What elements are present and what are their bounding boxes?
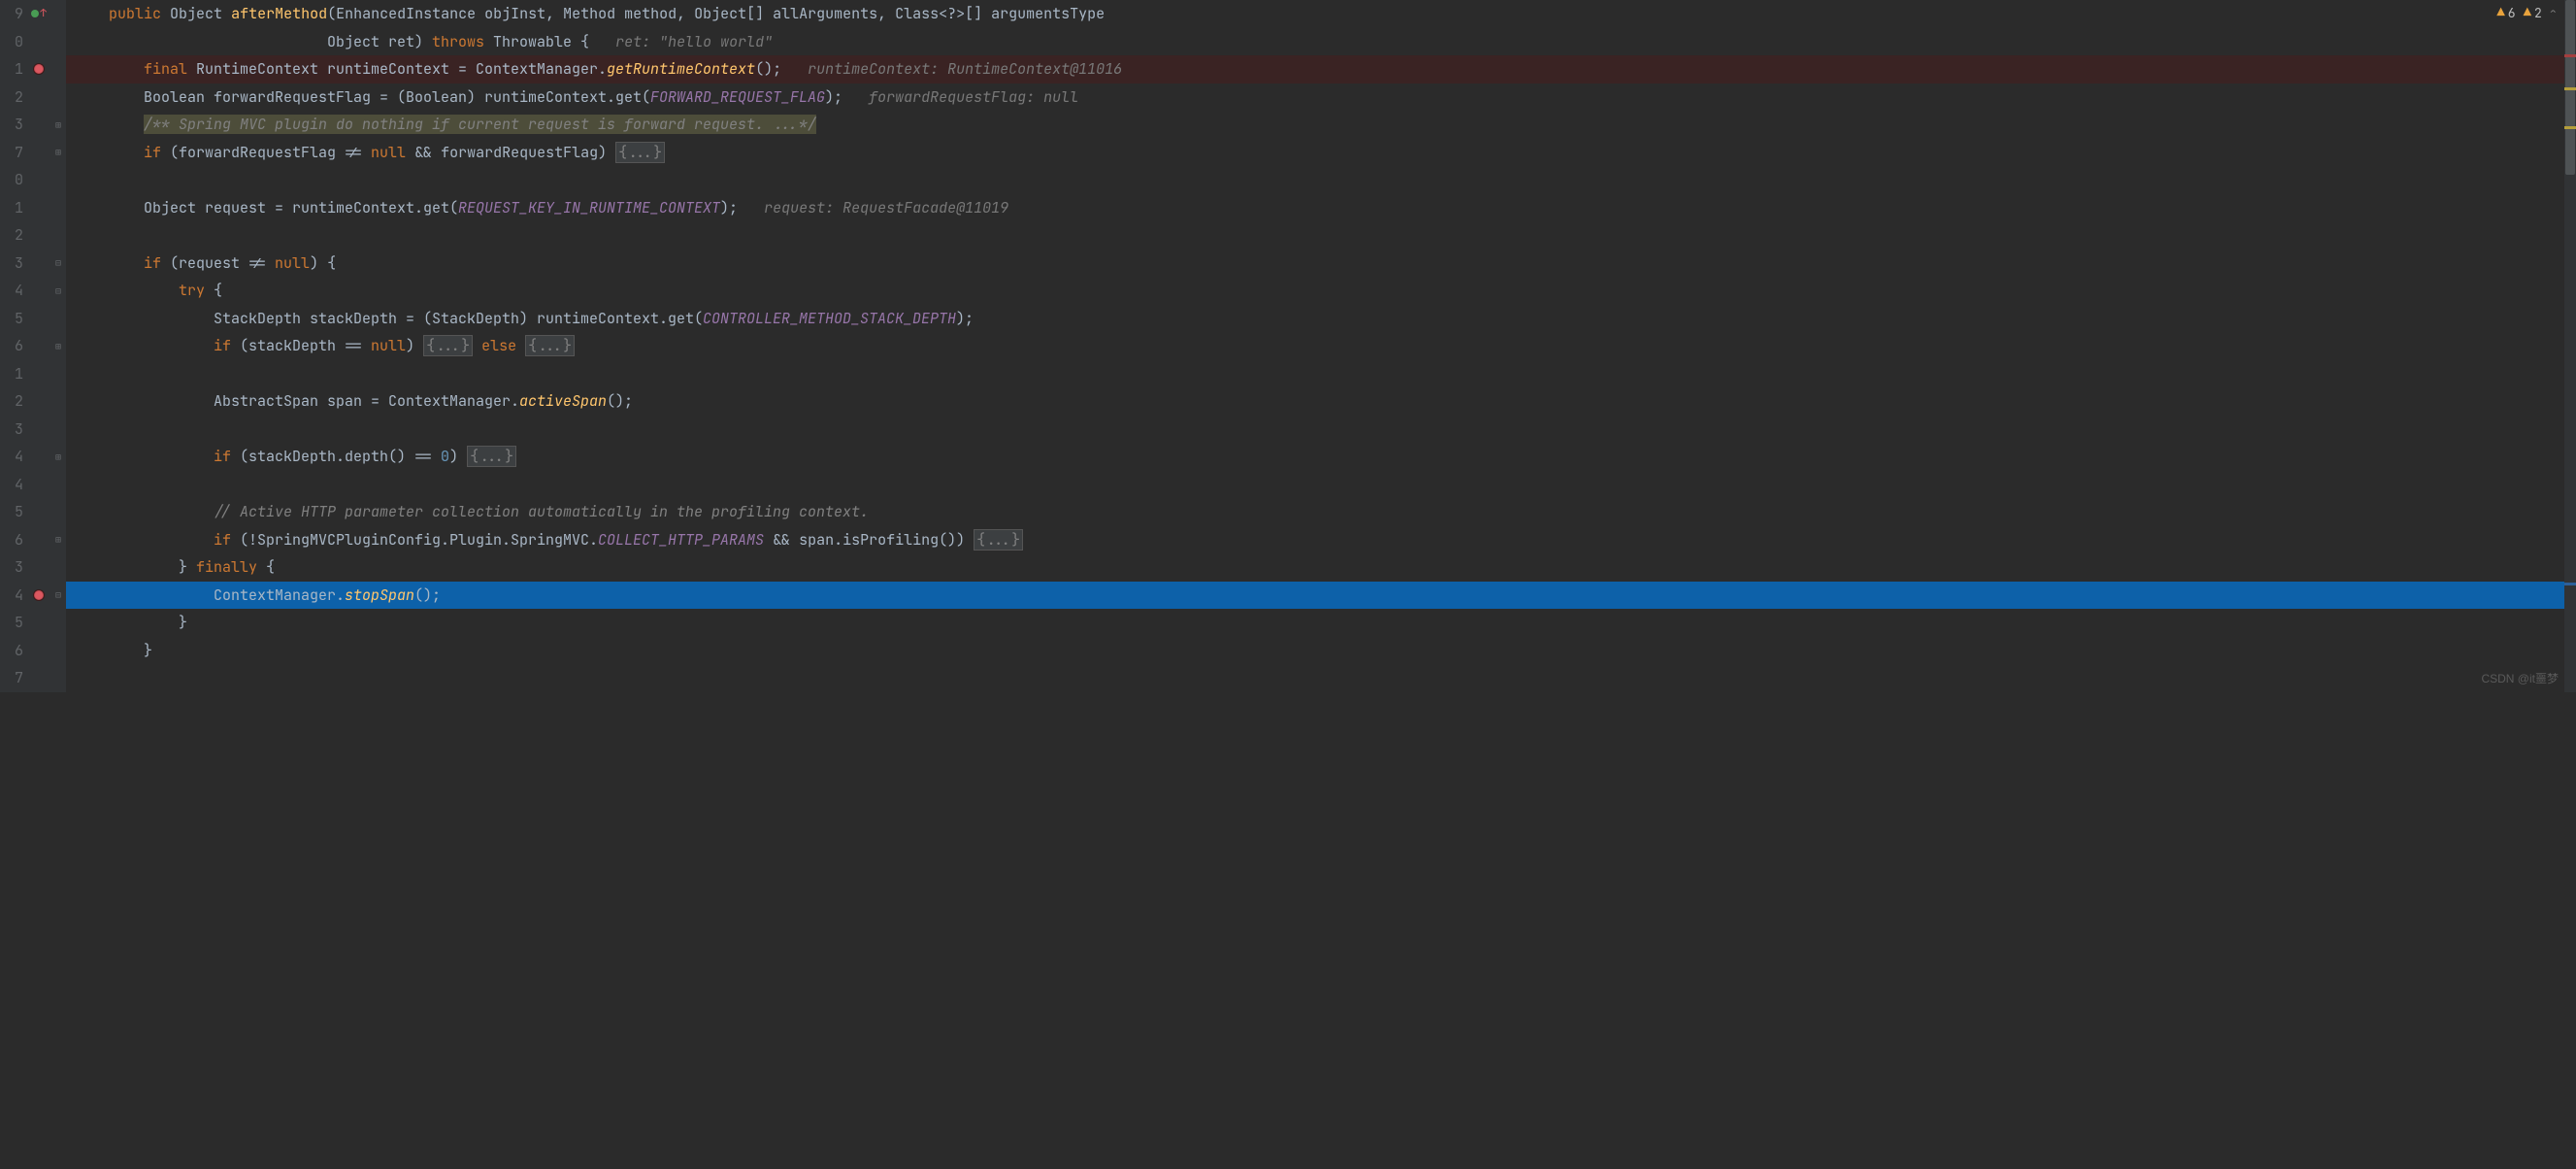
code-line[interactable]: if (stackDepth == null) {...} else {...} (66, 332, 2576, 360)
folded-block[interactable]: {...} (525, 335, 575, 356)
code-line[interactable] (66, 166, 2576, 194)
code-line[interactable]: Boolean forwardRequestFlag = (Boolean) r… (66, 84, 2576, 112)
weak-warning-icon: ▲ (2524, 4, 2531, 21)
warning-indicator[interactable]: ▲ 6 (2496, 4, 2515, 21)
code-line[interactable]: } finally { (66, 553, 2576, 582)
watermark: CSDN @it噩梦 (2481, 670, 2559, 686)
line-number: 7 (0, 664, 23, 692)
line-number: 3 (0, 416, 23, 444)
fold-toggle-icon[interactable]: ⊞ (50, 139, 66, 167)
fold-toggle-icon[interactable]: ⊟ (50, 250, 66, 278)
line-number: 1 (0, 194, 23, 222)
inline-value-hint: ret: "hello world" (615, 32, 773, 51)
code-line[interactable]: StackDepth stackDepth = (StackDepth) run… (66, 305, 2576, 333)
scrollbar-warning-marker[interactable] (2564, 87, 2576, 90)
inline-value-hint: forwardRequestFlag: null (869, 87, 1078, 107)
code-line[interactable] (66, 664, 2576, 692)
line-number: 3 (0, 250, 23, 278)
code-line[interactable] (66, 360, 2576, 388)
code-line[interactable]: if (!SpringMVCPluginConfig.Plugin.Spring… (66, 526, 2576, 554)
line-number: 1 (0, 360, 23, 388)
code-line[interactable]: Object ret) throws Throwable { ret: "hel… (66, 28, 2576, 56)
expand-icon[interactable]: ⌃ (2550, 5, 2557, 20)
line-number: 2 (0, 84, 23, 112)
scrollbar-current-marker[interactable] (2564, 583, 2576, 585)
fold-toggle-icon[interactable]: ⊞ (50, 111, 66, 139)
warning-count: 6 (2508, 5, 2516, 21)
line-number: 1 (0, 55, 23, 84)
fold-toggle-icon[interactable]: ⊞ (50, 332, 66, 360)
inline-value-hint: runtimeContext: RuntimeContext@11016 (808, 59, 1122, 79)
line-number: 6 (0, 332, 23, 360)
folded-block[interactable]: {...} (974, 529, 1023, 551)
code-line[interactable]: /** Spring MVC plugin do nothing if curr… (66, 111, 2576, 139)
line-number: 3 (0, 111, 23, 139)
line-number: 3 (0, 553, 23, 582)
gutter: 9 0 1 2 3 7 0 1 2 3 4 5 6 1 2 3 4 4 5 6 … (0, 0, 66, 692)
line-number: 0 (0, 28, 23, 56)
folded-block[interactable]: {...} (423, 335, 473, 356)
breakpoint-icon[interactable] (33, 589, 45, 601)
scrollbar-warning-marker[interactable] (2564, 126, 2576, 129)
folded-block[interactable]: {...} (615, 142, 665, 163)
code-line[interactable]: if (request != null) { (66, 250, 2576, 278)
line-number: 5 (0, 305, 23, 333)
code-line[interactable]: } (66, 609, 2576, 637)
code-line[interactable]: final RuntimeContext runtimeContext = Co… (66, 55, 2576, 84)
fold-column[interactable]: ⊞ ⊞ ⊟ ⊟ ⊞ ⊞ ⊞ ⊟ (50, 0, 66, 692)
code-line[interactable]: try { (66, 277, 2576, 305)
folded-doc-comment[interactable]: /** Spring MVC plugin do nothing if curr… (144, 115, 816, 134)
line-number: 4 (0, 471, 23, 499)
folded-block[interactable]: {...} (467, 446, 516, 467)
code-content[interactable]: public Object afterMethod(EnhancedInstan… (66, 0, 2576, 692)
line-number: 4 (0, 582, 23, 610)
line-number: 5 (0, 498, 23, 526)
breakpoint-icon[interactable] (33, 63, 45, 75)
line-number: 4 (0, 277, 23, 305)
weak-warning-indicator[interactable]: ▲ 2 (2524, 4, 2542, 21)
line-number: 2 (0, 387, 23, 416)
line-number: 7 (0, 139, 23, 167)
run-marker-icon[interactable] (31, 10, 39, 17)
code-line[interactable]: Object request = runtimeContext.get(REQU… (66, 194, 2576, 222)
code-line[interactable] (66, 221, 2576, 250)
fold-toggle-icon[interactable]: ⊞ (50, 526, 66, 554)
line-number: 4 (0, 443, 23, 471)
code-line[interactable]: public Object afterMethod(EnhancedInstan… (66, 0, 2576, 28)
code-line[interactable]: AbstractSpan span = ContextManager.activ… (66, 387, 2576, 416)
code-line[interactable]: if (stackDepth.depth() == 0) {...} (66, 443, 2576, 471)
override-arrow-icon: ↑ (40, 7, 47, 20)
inspection-indicators: ▲ 6 ▲ 2 ⌃ (2496, 4, 2557, 21)
scrollbar-error-marker[interactable] (2564, 54, 2576, 57)
weak-warning-count: 2 (2534, 5, 2542, 21)
line-number: 2 (0, 221, 23, 250)
fold-toggle-icon[interactable]: ⊟ (50, 277, 66, 305)
code-line[interactable]: } (66, 637, 2576, 665)
code-editor[interactable]: 9 0 1 2 3 7 0 1 2 3 4 5 6 1 2 3 4 4 5 6 … (0, 0, 2576, 692)
line-number: 6 (0, 526, 23, 554)
warning-icon: ▲ (2496, 4, 2504, 21)
fold-toggle-icon[interactable]: ⊞ (50, 443, 66, 471)
line-number: 9 (0, 0, 23, 28)
line-numbers-column: 9 0 1 2 3 7 0 1 2 3 4 5 6 1 2 3 4 4 5 6 … (0, 0, 27, 692)
line-number: 6 (0, 637, 23, 665)
code-line[interactable]: if (forwardRequestFlag != null && forwar… (66, 139, 2576, 167)
code-line[interactable] (66, 416, 2576, 444)
line-number: 0 (0, 166, 23, 194)
code-line[interactable]: // Active HTTP parameter collection auto… (66, 498, 2576, 526)
scrollbar-track[interactable] (2564, 0, 2576, 692)
fold-toggle-icon[interactable]: ⊟ (50, 582, 66, 610)
inline-value-hint: request: RequestFacade@11019 (764, 198, 1008, 217)
code-line[interactable] (66, 471, 2576, 499)
line-number: 5 (0, 609, 23, 637)
breakpoint-column[interactable]: ↑ (27, 0, 50, 692)
current-execution-line[interactable]: ContextManager.stopSpan(); (66, 582, 2576, 610)
